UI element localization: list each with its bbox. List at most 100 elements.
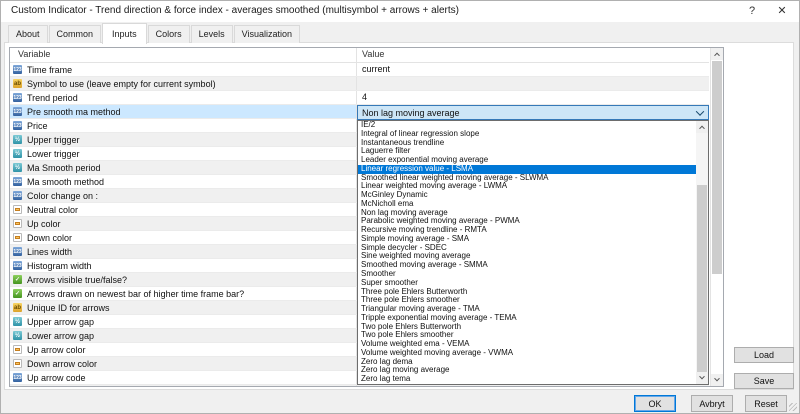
ok-button[interactable]: OK (634, 395, 676, 412)
listbox-scrollbar-thumb[interactable] (697, 185, 707, 372)
param-label: Lower trigger (27, 149, 80, 159)
list-item[interactable]: McGinley Dynamic (358, 191, 696, 200)
param-label: Ma Smooth period (27, 163, 101, 173)
param-label: Histogram width (27, 261, 92, 271)
list-item[interactable]: Non lag moving average (358, 209, 696, 218)
param-label: Lines width (27, 247, 72, 257)
indicator-dialog: Custom Indicator - Trend direction & for… (0, 0, 800, 414)
list-item[interactable]: Leader exponential moving average (358, 156, 696, 165)
int-param-icon: 123 (13, 261, 22, 270)
reset-button[interactable]: Reset (745, 395, 787, 412)
param-label: Up color (27, 219, 61, 229)
list-item[interactable]: Laguerre filter (358, 147, 696, 156)
list-item[interactable]: Super smoother (358, 279, 696, 288)
list-item[interactable]: Zero lag tema (358, 375, 696, 384)
scroll-down-icon[interactable] (696, 372, 708, 384)
variable-cell: ½Lower trigger (10, 147, 357, 160)
table-scrollbar[interactable] (710, 48, 723, 386)
variable-cell: ½Ma Smooth period (10, 161, 357, 174)
list-item[interactable]: Zero lag moving average (358, 366, 696, 375)
tab-about[interactable]: About (8, 25, 48, 43)
list-item[interactable]: Volume weighted moving average - VWMA (358, 349, 696, 358)
variable-cell: 123 Ma smooth method (10, 175, 357, 188)
list-item[interactable]: McNicholl ema (358, 200, 696, 209)
table-header: Variable Value (10, 48, 709, 63)
int-param-icon: 123 (13, 191, 22, 200)
list-item[interactable]: Zero lag dema (358, 358, 696, 367)
tab-inputs[interactable]: Inputs (102, 23, 147, 44)
cancel-button[interactable]: Avbryt (691, 395, 733, 412)
param-label: Down color (27, 233, 72, 243)
list-item[interactable]: Two pole Ehlers smoother (358, 331, 696, 340)
list-item[interactable]: Volume weighted ema - VEMA (358, 340, 696, 349)
dbl-param-icon: ½ (13, 331, 22, 340)
list-item[interactable]: Smoothed moving average - SMMA (358, 261, 696, 270)
help-icon[interactable]: ? (739, 3, 765, 20)
list-item[interactable]: Smoother (358, 270, 696, 279)
int-param-icon: 123 (13, 247, 22, 256)
value-cell[interactable] (357, 385, 709, 386)
str-param-icon: ab (13, 303, 22, 312)
param-label: Time frame (27, 65, 72, 75)
table-row[interactable]: 123Down arrow code (10, 385, 709, 386)
close-icon[interactable]: ✕ (769, 3, 795, 20)
list-item[interactable]: Linear weighted moving average - LWMA (358, 182, 696, 191)
table-scrollbar-thumb[interactable] (712, 61, 722, 274)
list-item[interactable]: Linear regression value - LSMA (358, 165, 696, 174)
listbox-items: IE/2Integral of linear regression slopeI… (358, 121, 696, 384)
tab-levels[interactable]: Levels (191, 25, 233, 43)
param-label: Color change on : (27, 191, 98, 201)
variable-cell: 123Trend period (10, 91, 357, 104)
listbox-scrollbar[interactable] (696, 121, 708, 384)
list-item[interactable]: Instantaneous trendline (358, 139, 696, 148)
resize-grip[interactable] (789, 403, 797, 411)
list-item[interactable]: Recursive moving trendline - RMTA (358, 226, 696, 235)
value-cell[interactable]: 4 (357, 91, 709, 104)
load-button[interactable]: Load (734, 347, 794, 363)
dbl-param-icon: ½ (13, 135, 22, 144)
list-item[interactable]: Sine weighted moving average (358, 252, 696, 261)
list-item[interactable]: Three pole Ehlers smoother (358, 296, 696, 305)
combobox-value: Non lag moving average (358, 108, 692, 118)
variable-cell: abSymbol to use (leave empty for current… (10, 77, 357, 90)
clr-param-icon (13, 205, 22, 214)
variable-cell: Up color (10, 217, 357, 230)
pre-smooth-method-combobox[interactable]: Non lag moving average (357, 105, 709, 120)
tab-colors[interactable]: Colors (148, 25, 190, 43)
list-item[interactable]: Smoothed linear weighted moving average … (358, 174, 696, 183)
table-row[interactable]: abSymbol to use (leave empty for current… (10, 77, 709, 91)
variable-cell: Down color (10, 231, 357, 244)
value-cell[interactable]: current (357, 63, 709, 76)
table-row[interactable]: 123Time framecurrent (10, 63, 709, 77)
list-item[interactable]: Simple decycler - SDEC (358, 244, 696, 253)
variable-cell: 123 Histogram width (10, 259, 357, 272)
list-item[interactable]: Parabolic weighted moving average - PWMA (358, 217, 696, 226)
list-item[interactable]: Simple moving average - SMA (358, 235, 696, 244)
variable-cell: 123Up arrow code (10, 371, 357, 384)
tab-visualization[interactable]: Visualization (234, 25, 300, 43)
scroll-down-icon[interactable] (711, 374, 723, 386)
param-label: Neutral color (27, 205, 78, 215)
list-item[interactable]: Triangular moving average - TMA (358, 305, 696, 314)
value-cell[interactable] (357, 77, 709, 90)
scroll-up-icon[interactable] (696, 121, 708, 133)
list-item[interactable]: Two pole Ehlers Butterworth (358, 323, 696, 332)
title-bar: Custom Indicator - Trend direction & for… (1, 1, 799, 22)
list-item[interactable]: Tripple exponential moving average - TEM… (358, 314, 696, 323)
int-param-icon: 123 (13, 177, 22, 186)
column-header-variable: Variable (10, 48, 357, 62)
variable-cell: 123 Lines width (10, 245, 357, 258)
chevron-up-icon (714, 53, 720, 59)
save-button[interactable]: Save (734, 373, 794, 389)
table-row[interactable]: 123Trend period4 (10, 91, 709, 105)
scroll-up-icon[interactable] (711, 48, 723, 60)
list-item[interactable]: IE/2 (358, 121, 696, 130)
variable-cell: 123Pre smooth ma method (10, 105, 357, 118)
param-label: Symbol to use (leave empty for current s… (27, 79, 216, 89)
param-label: Ma smooth method (27, 177, 104, 187)
list-item[interactable]: Integral of linear regression slope (358, 130, 696, 139)
tab-common[interactable]: Common (49, 25, 102, 43)
param-label: Arrows drawn on newest bar of higher tim… (27, 289, 244, 299)
list-item[interactable]: Three pole Ehlers Butterworth (358, 288, 696, 297)
combobox-dropdown-button[interactable] (692, 110, 708, 116)
